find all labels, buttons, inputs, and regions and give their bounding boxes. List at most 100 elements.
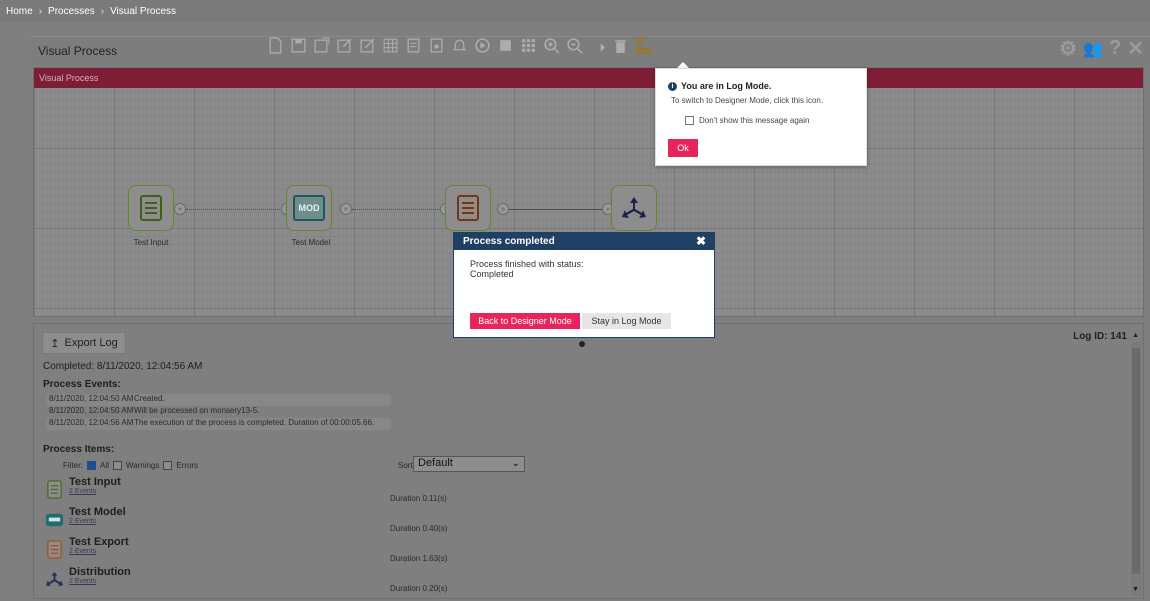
- output-port[interactable]: »: [497, 203, 509, 215]
- breadcrumb-visual-process: Visual Process: [110, 5, 177, 17]
- event-text: Will be processed on monsery13-5.: [134, 406, 260, 415]
- sort-select[interactable]: Default ⌄: [413, 456, 525, 472]
- qr-grid-icon[interactable]: [519, 36, 538, 55]
- back-to-designer-button[interactable]: Back to Designer Mode: [470, 313, 580, 329]
- log-id: Log ID: 141: [1073, 331, 1127, 342]
- run-icon[interactable]: [473, 36, 492, 55]
- stop-icon[interactable]: [496, 36, 515, 55]
- connection-line: [508, 209, 606, 210]
- dont-show-again-checkbox[interactable]: [685, 116, 694, 125]
- node-distribution[interactable]: [611, 185, 657, 231]
- sort-label: Sort: [398, 461, 413, 470]
- process-events-title: Process Events:: [43, 379, 121, 390]
- loading-spinner: [579, 341, 585, 347]
- new-file-icon[interactable]: [266, 36, 285, 55]
- edit-icon[interactable]: [335, 36, 354, 55]
- node-test-model[interactable]: MOD: [286, 185, 332, 231]
- designer-mode-icon[interactable]: [634, 36, 653, 55]
- filter-errors-checkbox[interactable]: [163, 461, 173, 470]
- item-events-link[interactable]: 2 Events: [69, 488, 121, 495]
- dialog-message: Process finished with status:: [470, 259, 584, 269]
- save-as-icon[interactable]: [312, 36, 331, 55]
- tooltip-title: i You are in Log Mode.: [668, 81, 771, 91]
- scroll-up-arrow[interactable]: ▲: [1132, 332, 1139, 339]
- completed-timestamp: Completed: 8/11/2020, 12:04:56 AM: [43, 361, 203, 372]
- filter-all-label: All: [100, 461, 109, 470]
- event-text: Created.: [134, 394, 165, 403]
- filter-warnings-checkbox[interactable]: [112, 461, 122, 470]
- model-icon: [45, 513, 64, 527]
- breadcrumb-separator: ›: [100, 5, 105, 17]
- list-item: Distribution 2 Events: [45, 566, 131, 589]
- zoom-out-icon[interactable]: [565, 36, 584, 55]
- chevron-down-icon: ⌄: [511, 458, 520, 469]
- dont-show-again-row: Don't show this message again: [685, 116, 809, 125]
- item-events-link[interactable]: 2 Events: [69, 518, 126, 525]
- dont-show-again-label: Don't show this message again: [699, 116, 810, 125]
- upload-icon: ↥: [50, 337, 60, 350]
- bell-icon[interactable]: [450, 36, 469, 55]
- right-toolbar: ⚙ 👥 ? ✕: [1059, 36, 1144, 61]
- breadcrumb-home[interactable]: Home: [6, 6, 33, 17]
- item-events-link[interactable]: 2 Events: [69, 548, 129, 555]
- item-name: Test Model: [69, 506, 126, 518]
- item-events-link[interactable]: 2 Events: [69, 578, 131, 585]
- distribution-icon: [45, 571, 64, 587]
- event-row: 8/11/2020, 12:04:50 AM Will be processed …: [46, 406, 391, 418]
- close-icon[interactable]: ✕: [1127, 36, 1144, 61]
- rename-icon[interactable]: [358, 36, 377, 55]
- node-test-input[interactable]: [128, 185, 174, 231]
- scroll-down-arrow[interactable]: ▼: [1132, 586, 1139, 593]
- grid-icon[interactable]: [381, 36, 400, 55]
- info-icon: i: [668, 81, 677, 91]
- event-date: 8/11/2020, 12:04:50 AM: [49, 406, 134, 415]
- export-document-icon: [47, 540, 62, 559]
- canvas-header: Visual Process: [34, 68, 1143, 88]
- stay-in-log-button[interactable]: Stay in Log Mode: [582, 313, 671, 329]
- output-port[interactable]: »: [174, 203, 186, 215]
- item-name: Test Input: [69, 476, 121, 488]
- users-icon[interactable]: 👥: [1083, 39, 1103, 59]
- output-port[interactable]: »: [340, 203, 352, 215]
- document-icon: [140, 195, 162, 221]
- filter-all-checkbox[interactable]: [87, 461, 96, 470]
- ok-button[interactable]: Ok: [668, 139, 698, 157]
- list-item: Test Model 2 Events: [45, 506, 126, 529]
- close-icon[interactable]: ✖: [696, 234, 706, 248]
- tooltip-description: To switch to Designer Mode, click this i…: [671, 96, 824, 105]
- dialog-body: Process finished with status: Completed: [454, 250, 714, 288]
- dialog-title: Process completed: [463, 236, 555, 247]
- arrow-right-icon[interactable]: [588, 36, 607, 55]
- event-row: 8/11/2020, 12:04:50 AM Created.: [46, 394, 391, 406]
- process-completed-dialog: Process completed ✖ Process finished wit…: [453, 232, 715, 338]
- breadcrumb: Home › Processes › Visual Process: [0, 0, 1150, 22]
- log-panel: ↥ Export Log Log ID: 141 ▲ ▼ Completed: …: [33, 323, 1144, 599]
- dialog-status: Completed: [470, 269, 514, 279]
- breadcrumb-processes[interactable]: Processes: [48, 6, 95, 17]
- save-icon[interactable]: [289, 36, 308, 55]
- item-name: Test Export: [69, 536, 129, 548]
- tooltip-title-text: You are in Log Mode.: [681, 81, 772, 91]
- scrollbar-thumb[interactable]: [1132, 348, 1140, 574]
- document-icon[interactable]: [404, 36, 423, 55]
- connection-line: [186, 209, 294, 210]
- help-icon[interactable]: ?: [1109, 37, 1121, 60]
- trash-icon[interactable]: [611, 36, 630, 55]
- filter-label: Filter:: [63, 461, 83, 470]
- filter-errors-label: Errors: [176, 461, 199, 470]
- node-label: Test Input: [133, 238, 169, 247]
- node-label: Test Model: [291, 238, 331, 247]
- filter-warnings-label: Warnings: [125, 461, 160, 470]
- export-log-label: Export Log: [64, 337, 118, 349]
- event-date: 8/11/2020, 12:04:50 AM: [49, 394, 134, 403]
- model-icon: MOD: [293, 195, 325, 221]
- settings-icon[interactable]: ⚙: [1059, 36, 1077, 61]
- list-item: Test Export 2 Events: [45, 536, 129, 559]
- import-icon[interactable]: [427, 36, 446, 55]
- export-log-button[interactable]: ↥ Export Log: [42, 332, 126, 354]
- zoom-in-icon[interactable]: [542, 36, 561, 55]
- node-test-export[interactable]: [445, 185, 491, 231]
- sort-value: Default: [418, 457, 453, 469]
- process-items-title: Process Items:: [43, 444, 115, 455]
- event-date: 8/11/2020, 12:04:56 AM: [49, 418, 134, 427]
